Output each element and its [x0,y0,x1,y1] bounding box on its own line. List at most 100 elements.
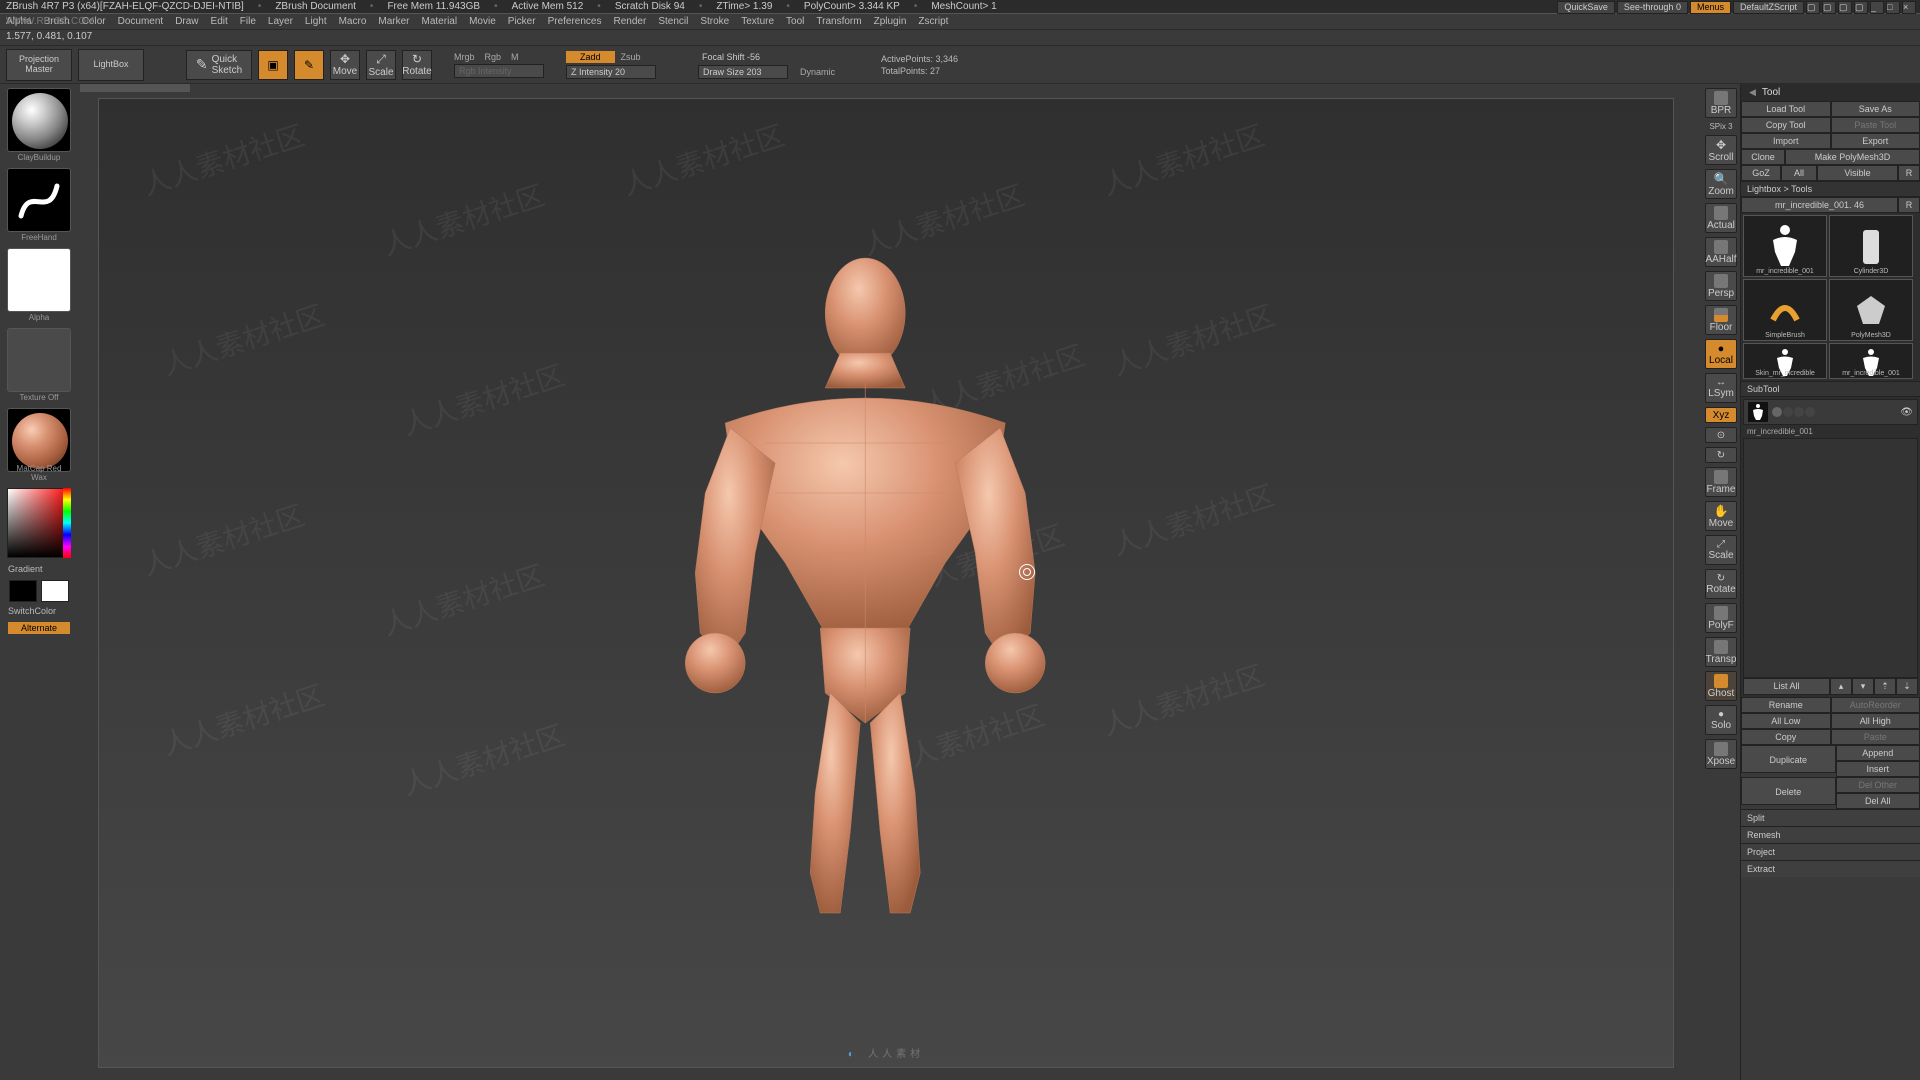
z-intensity-slider[interactable]: Z Intensity 20 [566,65,656,79]
lightbox-tools-header[interactable]: Lightbox > Tools [1741,181,1920,197]
scale-button[interactable]: ⤢Scale [1705,535,1737,565]
menu-item[interactable]: Material [422,16,458,27]
transp-button[interactable]: Transp [1705,637,1737,667]
default-zscript-button[interactable]: DefaultZScript [1733,1,1804,14]
seethrough-slider[interactable]: See-through 0 [1617,1,1688,14]
texture-slot[interactable]: Texture Off [7,328,71,392]
hue-strip-icon[interactable] [63,488,71,558]
menu-item[interactable]: Tool [786,16,804,27]
arrow-down-icon[interactable]: ▾ [1852,678,1874,695]
tool-header[interactable]: ◀Tool [1741,84,1920,101]
scroll-button[interactable]: ✥Scroll [1705,135,1737,165]
scale-mode-button[interactable]: ⤢Scale [366,50,396,80]
duplicate-button[interactable]: Duplicate [1741,745,1836,773]
focal-shift-slider[interactable]: Focal Shift -56 [698,51,788,63]
move-mode-button[interactable]: ✥Move [330,50,360,80]
actual-button[interactable]: Actual [1705,203,1737,233]
close-icon[interactable]: × [1902,1,1916,14]
subtool-row[interactable]: 👁 [1743,399,1918,425]
quick-sketch-button[interactable]: ✎Quick Sketch [186,50,252,80]
tool-thumb[interactable]: Cylinder3D [1829,215,1913,277]
copy-button[interactable]: Copy [1741,729,1831,745]
copy-tool-button[interactable]: Copy Tool [1741,117,1831,133]
menu-item[interactable]: File [240,16,256,27]
tool-thumb[interactable]: mr_incredible_001 [1743,215,1827,277]
zsub-toggle[interactable]: Zsub [617,51,645,63]
zoom-button[interactable]: 🔍Zoom [1705,169,1737,199]
move-down-icon[interactable]: ⇣ [1896,678,1918,695]
subtool-header[interactable]: SubTool [1741,381,1920,397]
make-polymesh3d-button[interactable]: Make PolyMesh3D [1785,149,1920,165]
delete-button[interactable]: Delete [1741,777,1836,805]
stroke-slot[interactable]: FreeHand [7,168,71,232]
list-all-button[interactable]: List All [1743,678,1830,695]
import-button[interactable]: Import [1741,133,1831,149]
spix-label[interactable]: SPix 3 [1709,122,1732,131]
alternate-button[interactable]: Alternate [8,622,70,634]
viewport[interactable]: 人人素材社区 人人素材社区 人人素材社区 人人素材社区 人人素材社区 人人素材社… [98,98,1674,1068]
collapse-icon[interactable]: ◀ [1749,87,1756,98]
menu-item[interactable]: Marker [378,16,409,27]
move-button[interactable]: ✋Move [1705,501,1737,531]
minimize-icon[interactable]: _ [1870,1,1884,14]
menus-button[interactable]: Menus [1690,1,1731,14]
window-icon[interactable]: ▢ [1806,1,1820,14]
subtool-list[interactable] [1743,438,1918,678]
solo-button[interactable]: ●Solo [1705,705,1737,735]
window-icon[interactable]: ▢ [1854,1,1868,14]
doc-scrollbar[interactable] [80,84,190,92]
auto-reorder-button[interactable]: AutoReorder [1831,697,1920,713]
material-slot[interactable]: MatCap Red Wax [7,408,71,472]
rgb-intensity-slider[interactable]: Rgb Intensity [454,64,544,78]
xpose-button[interactable]: Xpose [1705,739,1737,769]
projection-master-button[interactable]: Projection Master [6,49,72,81]
paste-button[interactable]: Paste [1831,729,1920,745]
menu-item[interactable]: Document [118,16,164,27]
color-swatch-primary[interactable] [41,580,69,602]
m-toggle[interactable]: M [511,52,519,62]
menu-item[interactable]: Zscript [918,16,948,27]
menu-item[interactable]: Layer [268,16,293,27]
switch-color-button[interactable]: SwitchColor [8,606,70,616]
menu-item[interactable]: Light [305,16,327,27]
clone-button[interactable]: Clone [1741,149,1785,165]
menu-item[interactable]: Preferences [548,16,602,27]
menu-item[interactable]: Texture [741,16,774,27]
menu-item[interactable]: Picker [508,16,536,27]
menu-item[interactable]: Stroke [700,16,729,27]
load-tool-button[interactable]: Load Tool [1741,101,1831,117]
dynamic-toggle[interactable]: Dynamic [800,67,835,77]
lightbox-button[interactable]: LightBox [78,49,144,81]
color-swatch-secondary[interactable] [9,580,37,602]
goz-r-button[interactable]: R [1898,165,1920,181]
split-section[interactable]: Split [1741,809,1920,826]
tool-thumb[interactable]: mr_incredible_001 [1829,343,1913,379]
menu-item[interactable]: Edit [211,16,228,27]
gradient-label[interactable]: Gradient [8,564,70,574]
tool-thumb[interactable]: Skin_mr_incredible [1743,343,1827,379]
axis-button[interactable]: ↻ [1705,447,1737,463]
window-icon[interactable]: ▢ [1822,1,1836,14]
rotate-mode-button[interactable]: ↻Rotate [402,50,432,80]
all-high-button[interactable]: All High [1831,713,1920,729]
export-button[interactable]: Export [1831,133,1920,149]
bpr-button[interactable]: BPR [1705,88,1737,118]
tool-r-button[interactable]: R [1898,197,1920,213]
del-all-button[interactable]: Del All [1836,793,1920,809]
maximize-icon[interactable]: □ [1886,1,1900,14]
save-as-button[interactable]: Save As [1831,101,1920,117]
frame-button[interactable]: Frame [1705,467,1737,497]
move-up-icon[interactable]: ⇡ [1874,678,1896,695]
append-button[interactable]: Append [1836,745,1920,761]
insert-button[interactable]: Insert [1836,761,1920,777]
draw-size-slider[interactable]: Draw Size 203 [698,65,788,79]
local-button[interactable]: ●Local [1705,339,1737,369]
alpha-slot[interactable]: Alpha [7,248,71,312]
menu-item[interactable]: Macro [339,16,367,27]
goz-visible-button[interactable]: Visible [1817,165,1898,181]
draw-mode-button[interactable]: ✎ [294,50,324,80]
tool-thumb[interactable]: PolyMesh3D [1829,279,1913,341]
menu-item[interactable]: Render [614,16,647,27]
quicksave-button[interactable]: QuickSave [1557,1,1615,14]
arrow-up-icon[interactable]: ▴ [1830,678,1852,695]
